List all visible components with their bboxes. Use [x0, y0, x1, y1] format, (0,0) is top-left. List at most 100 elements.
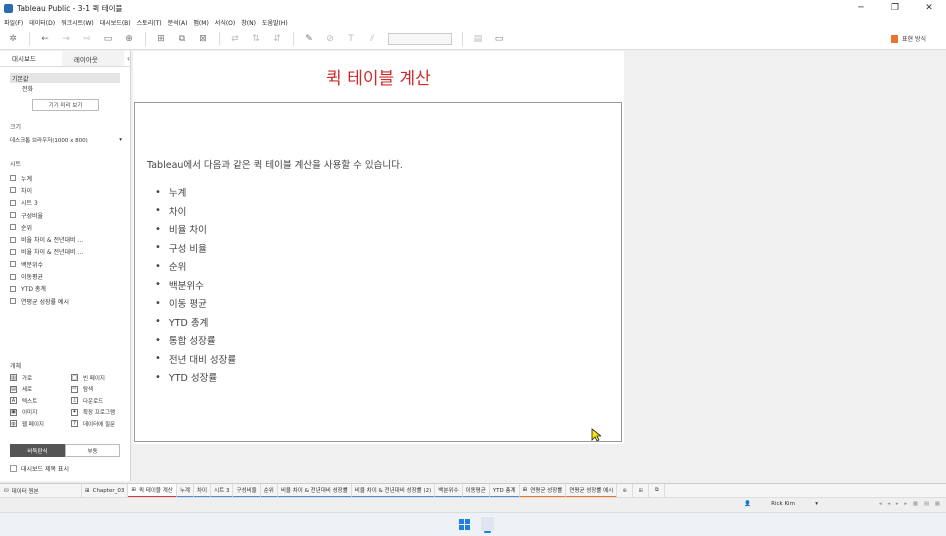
menu-analysis[interactable]: 분석(A)	[168, 18, 188, 27]
sheet-navigation[interactable]: ◂ ◂ ▸ ▸ ▦ ▤ ▦	[879, 501, 942, 507]
tab-sheet[interactable]: 차이	[193, 483, 212, 498]
object-ask-data[interactable]: ? 데이터에 질문	[71, 419, 132, 429]
redo-icon[interactable]: →	[61, 34, 71, 44]
menu-file[interactable]: 파일(F)	[4, 18, 23, 27]
text-object[interactable]: Tableau에서 다음과 같은 퀵 테이블 계산을 사용할 수 있습니다. 누…	[134, 102, 622, 442]
menu-help[interactable]: 도움말(H)	[262, 18, 288, 27]
sheet-item[interactable]: 이동평균	[10, 270, 130, 282]
object-vertical[interactable]: ▤ 세로	[10, 385, 71, 395]
new-dashboard-icon[interactable]: ⊞	[633, 483, 650, 498]
device-phone[interactable]: 전화	[10, 83, 120, 93]
tab-sheet[interactable]: 비율 차이 & 전년대비 성장률	[277, 483, 352, 498]
new-data-source-icon[interactable]: ⊕	[124, 34, 134, 44]
object-navigation[interactable]: ⇨ 탐색	[71, 385, 132, 395]
device-default[interactable]: 기본값	[10, 73, 120, 83]
sheet-item[interactable]: 시트 3	[10, 197, 130, 209]
fix-axes-icon[interactable]: ⫽	[367, 34, 377, 44]
object-image[interactable]: ▣ 이미지	[10, 408, 71, 418]
sheet-icon	[10, 175, 16, 182]
restore-button[interactable]: ❐	[878, 0, 912, 16]
device-list: 기본값 전화	[0, 67, 130, 93]
menu-map[interactable]: 맵(M)	[193, 18, 208, 27]
size-value: 데스크톱 브라우저(1000 x 800)	[10, 138, 88, 144]
sheet-list: 누계 차이 시트 3 구성비율 순위 비율 차이 & 전년대비 ... 비율 차…	[0, 172, 130, 307]
show-title-checkbox[interactable]: 대시보드 제목 표시	[10, 464, 69, 473]
tableau-taskbar-icon[interactable]	[481, 517, 494, 533]
duplicate-sheet-icon[interactable]: ⧉	[177, 34, 187, 44]
tab-dashboard-sheet[interactable]: ⊞ 연평균 성장률	[519, 483, 567, 498]
tab-data-source[interactable]: ⛁ 데이터 원본	[0, 483, 82, 498]
new-worksheet-icon[interactable]: ⊞	[156, 34, 166, 44]
tab-dashboard-sheet[interactable]: 연평균 성장률 예시	[566, 483, 618, 498]
floating-button[interactable]: 부동	[65, 444, 120, 457]
menu-format[interactable]: 서식(O)	[215, 18, 235, 27]
tab-sheet[interactable]: 구성비율	[233, 483, 261, 498]
new-worksheet-icon[interactable]: ⊕	[617, 483, 634, 498]
sheet-item[interactable]: 순위	[10, 221, 130, 233]
dashboard-title[interactable]: 퀵 테이블 계산	[133, 51, 624, 101]
tab-layout[interactable]: 레이아웃	[61, 51, 124, 66]
tiled-button[interactable]: 바둑판식	[10, 444, 65, 457]
sheet-item[interactable]: 구성비율	[10, 209, 130, 221]
tab-sheet[interactable]: 누계	[176, 483, 194, 498]
sheet-item[interactable]: 연평균 성장률 예시	[10, 295, 130, 307]
list-item: YTD 성장률	[155, 368, 236, 387]
sheet-item[interactable]: YTD 총계	[10, 283, 130, 295]
menu-data[interactable]: 데이터(D)	[29, 18, 55, 27]
tab-chapter[interactable]: ⊞ Chapter_03	[82, 483, 129, 498]
presentation-icon[interactable]: ▭	[494, 34, 504, 44]
story-icon: ⊞	[85, 487, 90, 494]
clear-sheet-icon[interactable]: ⊠	[198, 34, 208, 44]
group-members-icon[interactable]: ⊘	[325, 34, 335, 44]
tab-sheet[interactable]: 시트 3	[211, 483, 234, 498]
sheet-item[interactable]: 백분위수	[10, 258, 130, 270]
tab-dashboard[interactable]: 대시보드	[0, 51, 62, 66]
fit-select[interactable]	[388, 32, 452, 45]
presentation-mode-button[interactable]: 표현 방식	[891, 34, 926, 43]
sheet-item[interactable]: 차이	[10, 184, 130, 196]
collapse-panel-icon[interactable]: ‹	[124, 51, 130, 66]
object-horizontal[interactable]: ▥ 가로	[10, 373, 71, 383]
object-blank[interactable]: □ 빈 페이지	[71, 373, 132, 383]
tab-label: 연평균 성장률	[530, 487, 563, 494]
tab-sheet[interactable]: 백분위수	[435, 483, 463, 498]
windows-start-icon[interactable]	[459, 519, 470, 530]
object-text[interactable]: A 텍스트	[10, 396, 71, 406]
tab-sheet[interactable]: YTD 총계	[489, 483, 520, 498]
object-extension[interactable]: ✦ 확장 프로그램	[71, 408, 132, 418]
tab-sheet[interactable]: 이동평균	[462, 483, 490, 498]
show-mark-labels-icon[interactable]: T	[346, 34, 356, 44]
object-web-page[interactable]: ◍ 웹 페이지	[10, 419, 71, 429]
object-label: 빈 페이지	[83, 375, 105, 382]
replay-icon[interactable]: ⇨	[82, 34, 92, 44]
device-preview-button[interactable]: 기기 미리 보기	[32, 99, 99, 111]
show-cards-icon[interactable]: ▤	[473, 34, 483, 44]
tableau-logo-icon[interactable]: ✲	[8, 34, 18, 44]
highlight-icon[interactable]: ✎	[304, 34, 314, 44]
menu-story[interactable]: 스토리(T)	[137, 18, 162, 27]
tab-sheet[interactable]: 비율 차이 & 전년대비 성장률 (2)	[351, 483, 436, 498]
sheet-item-label: 백분위수	[21, 261, 44, 269]
menu-dashboard[interactable]: 대시보드(B)	[100, 18, 131, 27]
new-story-icon[interactable]: ⧉	[649, 483, 666, 498]
list-item: 백분위수	[155, 276, 236, 295]
panel-tabs: 대시보드 레이아웃 ‹	[0, 51, 130, 67]
undo-icon[interactable]: ←	[40, 34, 50, 44]
minimize-button[interactable]: ─	[844, 0, 878, 16]
swap-rows-columns-icon[interactable]: ⇄	[230, 34, 240, 44]
sort-ascending-icon[interactable]: ⇅	[251, 34, 261, 44]
size-select[interactable]: 데스크톱 브라우저(1000 x 800) ▾	[10, 135, 122, 145]
save-icon[interactable]: ▭	[103, 34, 113, 44]
object-download[interactable]: ⇩ 다운로드	[71, 396, 132, 406]
sheet-item[interactable]: 비율 차이 & 전년대비 ...	[10, 246, 130, 258]
sheet-item[interactable]: 누계	[10, 172, 130, 184]
tab-sheet[interactable]: 순위	[260, 483, 278, 498]
sort-descending-icon[interactable]: ⇵	[272, 34, 282, 44]
menu-window[interactable]: 창(N)	[241, 18, 256, 27]
show-title-label: 대시보드 제목 표시	[21, 466, 69, 473]
tab-active-dashboard[interactable]: ⊞ 퀵 테이블 계산	[128, 483, 177, 498]
user-menu[interactable]: 👤 Rick Kim ▾	[744, 501, 818, 507]
close-button[interactable]: ✕	[912, 0, 946, 16]
sheet-item[interactable]: 비율 차이 & 전년대비 ...	[10, 233, 130, 245]
menu-worksheet[interactable]: 워크시트(W)	[61, 18, 94, 27]
